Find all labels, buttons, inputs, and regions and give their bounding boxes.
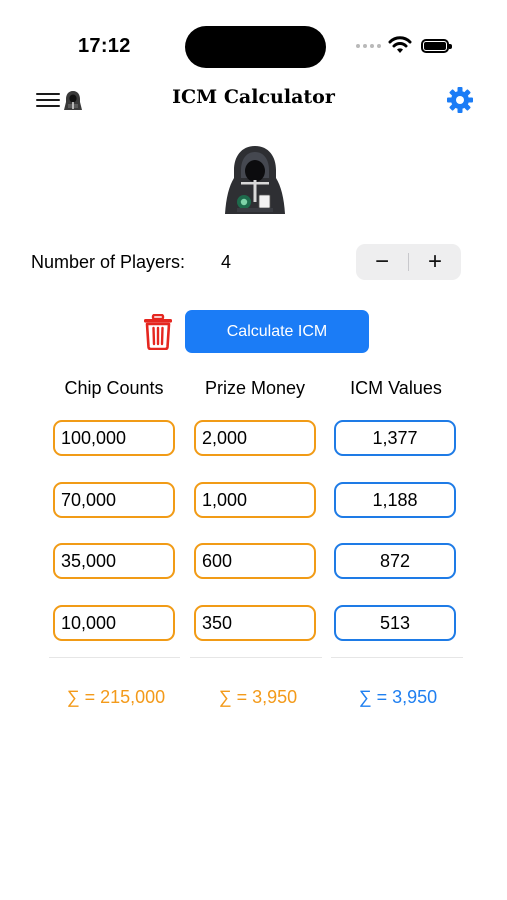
prize-money-input[interactable]: 1,000 [194, 482, 316, 518]
trash-icon[interactable] [143, 314, 173, 350]
gear-icon[interactable] [446, 86, 474, 114]
header-prize-money: Prize Money [204, 378, 306, 398]
total-chip-counts: ∑ = 215,000 [66, 687, 166, 707]
page-title: ICM Calculator [172, 86, 335, 108]
decrement-button[interactable]: − [356, 244, 408, 280]
players-count: 4 [221, 252, 232, 272]
battery-icon [421, 39, 452, 53]
status-time: 17:12 [78, 35, 131, 57]
icm-value-field: 1,188 [334, 482, 456, 518]
hooded-figure-logo [225, 146, 285, 214]
increment-button[interactable]: + [409, 244, 461, 280]
prize-money-input[interactable]: 350 [194, 605, 316, 641]
players-label: Number of Players: [31, 252, 186, 272]
dynamic-island [185, 26, 326, 68]
chip-count-input[interactable]: 10,000 [53, 605, 175, 641]
cellular-signal-icon [356, 44, 381, 48]
header-chip-counts: Chip Counts [64, 378, 164, 398]
divider-chips [49, 657, 180, 658]
divider-icm [331, 657, 463, 658]
total-prize-money: ∑ = 3,950 [218, 687, 298, 707]
icm-value-field: 513 [334, 605, 456, 641]
status-bar: 17:12 [0, 0, 507, 80]
chip-count-input[interactable]: 100,000 [53, 420, 175, 456]
divider-prize [190, 657, 322, 658]
icm-value-field: 872 [334, 543, 456, 579]
wifi-icon [388, 36, 412, 53]
players-stepper: − + [356, 244, 461, 280]
icm-value-field: 1,377 [334, 420, 456, 456]
prize-money-input[interactable]: 2,000 [194, 420, 316, 456]
total-icm-values: ∑ = 3,950 [358, 687, 438, 707]
header-icm-values: ICM Values [350, 378, 442, 398]
calculate-icm-button[interactable]: Calculate ICM [185, 310, 369, 353]
prize-money-input[interactable]: 600 [194, 543, 316, 579]
chip-count-input[interactable]: 35,000 [53, 543, 175, 579]
chip-count-input[interactable]: 70,000 [53, 482, 175, 518]
